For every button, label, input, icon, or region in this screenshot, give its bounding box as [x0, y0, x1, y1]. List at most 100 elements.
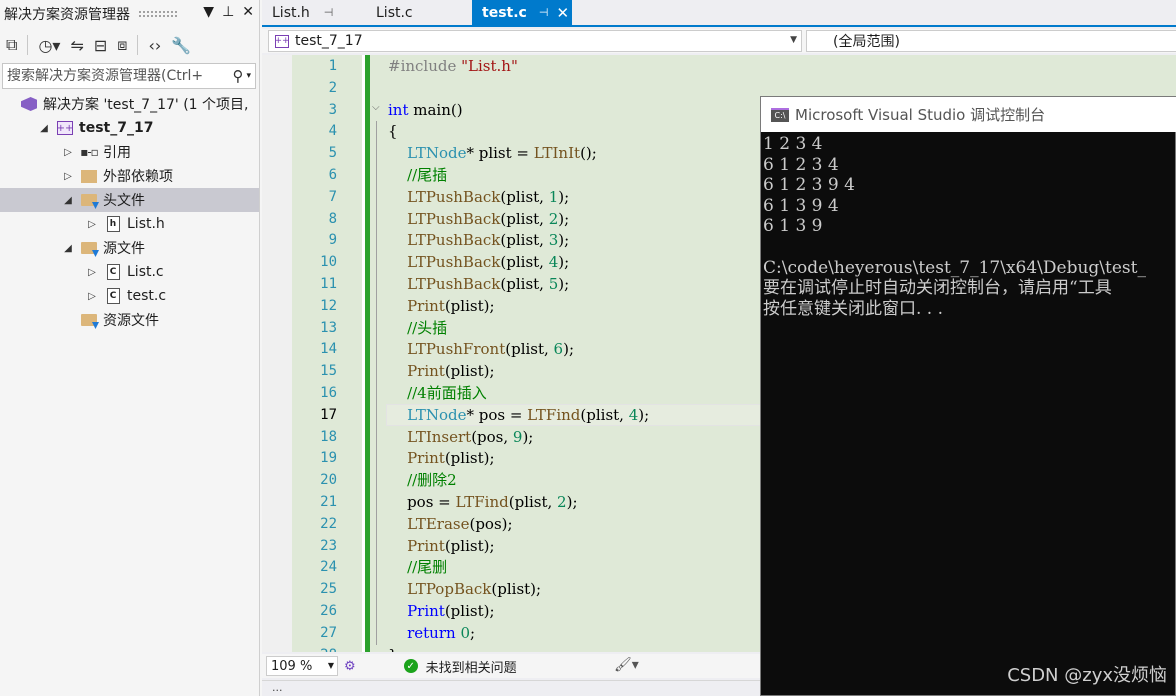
code-line: } — [388, 645, 398, 652]
code-cleanup-icon[interactable]: 🖌▾ — [614, 657, 639, 673]
code-token: Print — [407, 449, 445, 468]
code-token: LTPopBack — [407, 580, 492, 599]
show-all-files-icon[interactable]: ⧈ — [117, 35, 127, 55]
solution-tree: 解决方案 'test_7_17' (1 个项目, ◢ ++ test_7_17 ▷ ▪-▫… — [0, 92, 259, 332]
code-token: LTPushBack — [407, 253, 501, 272]
code-token: 2 — [557, 493, 567, 511]
zoom-dropdown[interactable]: 109 % ▼ — [266, 656, 338, 676]
tab-list-h[interactable]: List.h ⊣ — [262, 0, 362, 25]
switch-views-icon[interactable]: ⧉ — [6, 35, 17, 55]
tree-item[interactable]: ▷ h List.h — [0, 212, 259, 236]
line-number: 7 — [328, 188, 337, 205]
pin-icon[interactable]: ⊥ — [222, 4, 234, 20]
code-token: { — [388, 122, 398, 141]
line-number: 6 — [328, 167, 337, 183]
properties-wrench-icon[interactable]: 🔧 — [171, 36, 191, 55]
project-dropdown[interactable]: ++ test_7_17 ▼ — [268, 30, 802, 52]
console-line: 1 2 3 4 — [763, 134, 823, 154]
dropdown-icon[interactable]: ▼ — [203, 4, 214, 20]
code-line: //删除2 — [388, 470, 457, 492]
code-line: //头插 — [388, 318, 447, 340]
collapsed-arrow-icon[interactable]: ▷ — [62, 171, 74, 182]
tree-item-label: test_7_17 — [79, 120, 154, 136]
solution-explorer-search[interactable]: ⚲ ▾ — [2, 63, 256, 89]
code-token: ); — [566, 493, 578, 511]
header-file-icon: h — [104, 216, 122, 232]
code-line: Print(plist); — [388, 536, 494, 558]
search-icon[interactable]: ⚲ — [232, 67, 243, 85]
code-token: (plist); — [491, 580, 542, 599]
search-options-icon[interactable]: ▾ — [246, 71, 251, 81]
expanded-arrow-icon[interactable]: ◢ — [62, 195, 74, 206]
solution-explorer-title: 解决方案资源管理器 — [4, 7, 130, 23]
search-input[interactable] — [7, 68, 233, 84]
tree-item[interactable]: ▷ C List.c — [0, 260, 259, 284]
code-line: return 0; — [388, 623, 475, 645]
code-token: 1 — [548, 187, 559, 206]
navigation-bar: ++ test_7_17 ▼ (全局范围) — [262, 29, 1176, 53]
tree-item[interactable]: ▷ 外部依赖项 — [0, 164, 259, 188]
reference-icon: ▪-▫ — [80, 145, 99, 159]
collapse-all-icon[interactable]: ⊟ — [94, 36, 107, 55]
tree-item-label: 源文件 — [103, 241, 145, 257]
drag-grip[interactable] — [138, 10, 178, 18]
tree-item[interactable]: 资源文件 — [0, 308, 259, 332]
code-token: 4 — [628, 405, 639, 424]
expanded-arrow-icon[interactable]: ◢ — [62, 243, 74, 254]
issues-status[interactable]: 未找到相关问题 — [426, 657, 517, 676]
scope-dropdown[interactable]: (全局范围) — [806, 30, 1176, 52]
tree-item[interactable]: ▷ ▪-▫ 引用 — [0, 140, 259, 164]
code-token: ); — [563, 340, 574, 359]
code-line: LTNode* pos = LTFind(plist, 4); — [388, 405, 649, 427]
code-token: return — [407, 623, 456, 642]
tab-label: test.c — [482, 4, 527, 21]
tree-item[interactable]: 解决方案 'test_7_17' (1 个项目, — [0, 92, 259, 116]
collapsed-arrow-icon[interactable]: ▷ — [62, 147, 74, 158]
line-number: 5 — [328, 145, 337, 162]
debug-console-window[interactable]: C:\ Microsoft Visual Studio 调试控制台 1 2 3 … — [760, 96, 1176, 696]
console-output[interactable]: 1 2 3 46 1 2 3 46 1 2 3 9 46 1 3 9 46 1 … — [763, 134, 1176, 694]
expanded-arrow-icon[interactable]: ◢ — [38, 123, 50, 134]
tree-item[interactable]: ▷ Ctest.c — [0, 284, 259, 308]
code-line: { — [388, 121, 398, 143]
tree-item[interactable]: ◢ 源文件 — [0, 236, 259, 260]
code-token: //4前面插入 — [407, 384, 487, 402]
code-token: 4 — [548, 253, 559, 272]
intellicode-icon[interactable]: ⚙ — [344, 659, 356, 674]
watermark: CSDN @zyx没烦恼 — [1007, 665, 1167, 686]
line-number: 27 — [320, 624, 337, 641]
fold-collapse-icon[interactable]: ⌵ — [372, 102, 380, 113]
collapsed-arrow-icon[interactable]: ▷ — [86, 219, 98, 230]
line-number: 1 — [328, 58, 337, 74]
console-line: 要在调试停止时自动关闭控制台，请启用“工具 — [763, 278, 1112, 299]
pin-icon[interactable]: ⊣ — [324, 6, 334, 19]
pin-icon[interactable]: ⊣ — [539, 6, 549, 19]
code-token: (plist); — [444, 296, 495, 315]
tree-item-label: 解决方案 'test_7_17' (1 个项目, — [43, 97, 249, 113]
view-code-icon[interactable]: ‹› — [148, 36, 161, 55]
code-token: 5 — [548, 275, 559, 293]
collapsed-arrow-icon[interactable]: ▷ — [86, 291, 98, 302]
tree-item[interactable]: ◢ 头文件 — [0, 188, 259, 212]
tab-list-c[interactable]: List.c — [366, 0, 470, 25]
console-titlebar[interactable]: C:\ Microsoft Visual Studio 调试控制台 — [761, 97, 1176, 132]
code-token: LTPushBack — [407, 275, 501, 293]
sync-icon[interactable]: ⇋ — [70, 36, 83, 55]
solution-explorer-toolbar: ⧉ ◷▾ ⇋ ⊟ ⧈ ‹› 🔧 — [0, 30, 260, 60]
code-line: pos = LTFind(plist, 2); — [388, 492, 578, 514]
code-token: (plist, — [500, 209, 549, 228]
history-icon[interactable]: ◷▾ — [38, 36, 60, 55]
close-icon[interactable]: ✕ — [242, 4, 254, 20]
code-token: int — [388, 100, 409, 119]
collapsed-arrow-icon[interactable]: ▷ — [86, 267, 98, 278]
tree-item[interactable]: ◢ ++ test_7_17 — [0, 116, 259, 140]
tab-test-c[interactable]: test.c ⊣ ✕ — [472, 0, 572, 25]
code-line: LTPopBack(plist); — [388, 579, 541, 601]
close-tab-icon[interactable]: ✕ — [556, 4, 569, 22]
